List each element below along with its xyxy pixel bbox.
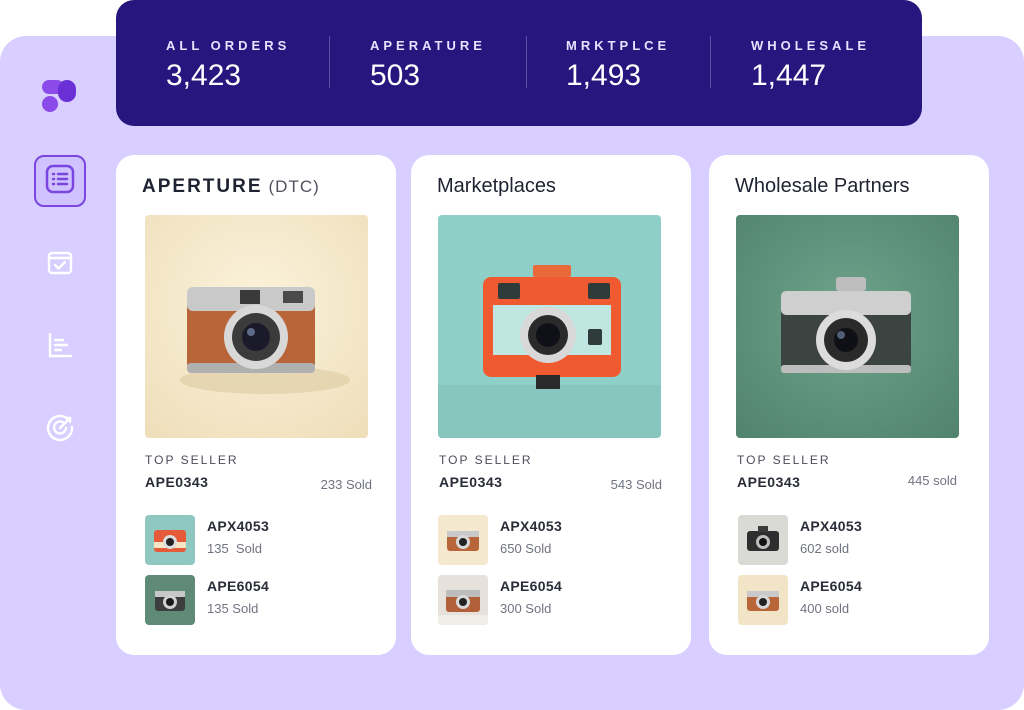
product-thumbnail <box>738 575 788 625</box>
item-sku: APX4053 <box>500 518 563 534</box>
top-seller-sku: APE0343 <box>737 474 801 490</box>
item-sold: 400 sold <box>800 601 850 616</box>
stat-divider <box>710 36 711 88</box>
item-sku: APE6054 <box>500 578 563 594</box>
top-seller-label: TOP SELLER <box>439 453 533 467</box>
item-sold: 650 Sold <box>500 541 552 556</box>
top-seller-sold: 543 Sold <box>610 477 662 492</box>
item-sold: 135 Sold <box>207 601 259 616</box>
sidebar-item-analytics[interactable] <box>34 321 86 373</box>
stat-label: WHOLESALE <box>751 38 871 53</box>
item-sold: 602 sold <box>800 541 850 556</box>
top-seller-label: TOP SELLER <box>737 453 831 467</box>
item-sku: APE6054 <box>207 578 270 594</box>
sidebar-item-goals[interactable] <box>34 404 86 456</box>
list-item[interactable]: APX4053 650 Sold <box>438 515 663 565</box>
sidebar-item-inventory[interactable] <box>34 238 86 290</box>
channel-card-dtc: APERTURE (DTC) TOP SELLER APE0343 233 Sol… <box>116 155 396 655</box>
stat-value: 1,447 <box>751 59 827 92</box>
target-icon <box>44 412 76 449</box>
stat-divider <box>526 36 527 88</box>
list-item[interactable]: APE6054 135 Sold <box>145 575 370 625</box>
stat-divider <box>329 36 330 88</box>
stat-value: 3,423 <box>166 59 242 92</box>
bar-chart-icon <box>44 329 76 366</box>
channel-card-marketplaces: Marketplaces TOP SELLER APE0343 543 Sold <box>411 155 691 655</box>
item-sold: 135 Sold <box>207 541 262 556</box>
item-sold: 300 Sold <box>500 601 552 616</box>
brand-wordmark: APERTURE <box>142 176 263 197</box>
top-seller-sku: APE0343 <box>439 474 503 490</box>
top-seller-sold: 445 sold <box>907 473 957 488</box>
stat-all-orders: ALL ORDERS 3,423 <box>166 38 290 93</box>
brand-logo-icon[interactable] <box>42 78 78 114</box>
channel-card-wholesale: Wholesale Partners TOP SELLER APE0343 44… <box>709 155 989 655</box>
item-sku: APX4053 <box>800 518 863 534</box>
list-item[interactable]: APE6054 400 sold <box>738 575 963 625</box>
product-thumbnail <box>438 515 488 565</box>
card-subtitle: (DTC) <box>268 177 320 196</box>
list-item[interactable]: APE6054 300 Sold <box>438 575 663 625</box>
list-item[interactable]: APX4053 602 sold <box>738 515 963 565</box>
stat-value: 1,493 <box>566 59 642 92</box>
stat-value: 503 <box>370 59 421 92</box>
item-sku: APE6054 <box>800 578 863 594</box>
stat-label: ALL ORDERS <box>166 38 291 53</box>
top-seller-sku: APE0343 <box>145 474 209 490</box>
list-item[interactable]: APX4053 135 Sold <box>145 515 370 565</box>
top-seller-label: TOP SELLER <box>145 453 239 467</box>
product-photo[interactable] <box>438 215 661 438</box>
product-thumbnail <box>738 515 788 565</box>
list-icon <box>44 163 76 200</box>
product-thumbnail <box>438 575 488 625</box>
stat-wholesale: WHOLESALE 1,447 <box>751 38 870 93</box>
product-photo[interactable] <box>736 215 959 438</box>
product-thumbnail <box>145 575 195 625</box>
top-seller-sold: 233 Sold <box>320 477 372 492</box>
box-check-icon <box>44 246 76 283</box>
card-title: Wholesale Partners <box>735 175 910 197</box>
stat-aperature: APERATURE 503 <box>370 38 486 93</box>
item-sku: APX4053 <box>207 518 270 534</box>
product-photo[interactable] <box>145 215 368 438</box>
card-title: APERTURE (DTC) <box>142 175 320 198</box>
card-title: Marketplaces <box>437 175 556 197</box>
product-thumbnail <box>145 515 195 565</box>
sidebar-item-orders[interactable] <box>34 155 86 207</box>
stat-label: APERATURE <box>370 38 486 53</box>
stat-marketplace: MRKTPLCE 1,493 <box>566 38 670 93</box>
stats-bar: ALL ORDERS 3,423 APERATURE 503 MRKTPLCE … <box>116 0 922 126</box>
stat-label: MRKTPLCE <box>566 38 671 53</box>
